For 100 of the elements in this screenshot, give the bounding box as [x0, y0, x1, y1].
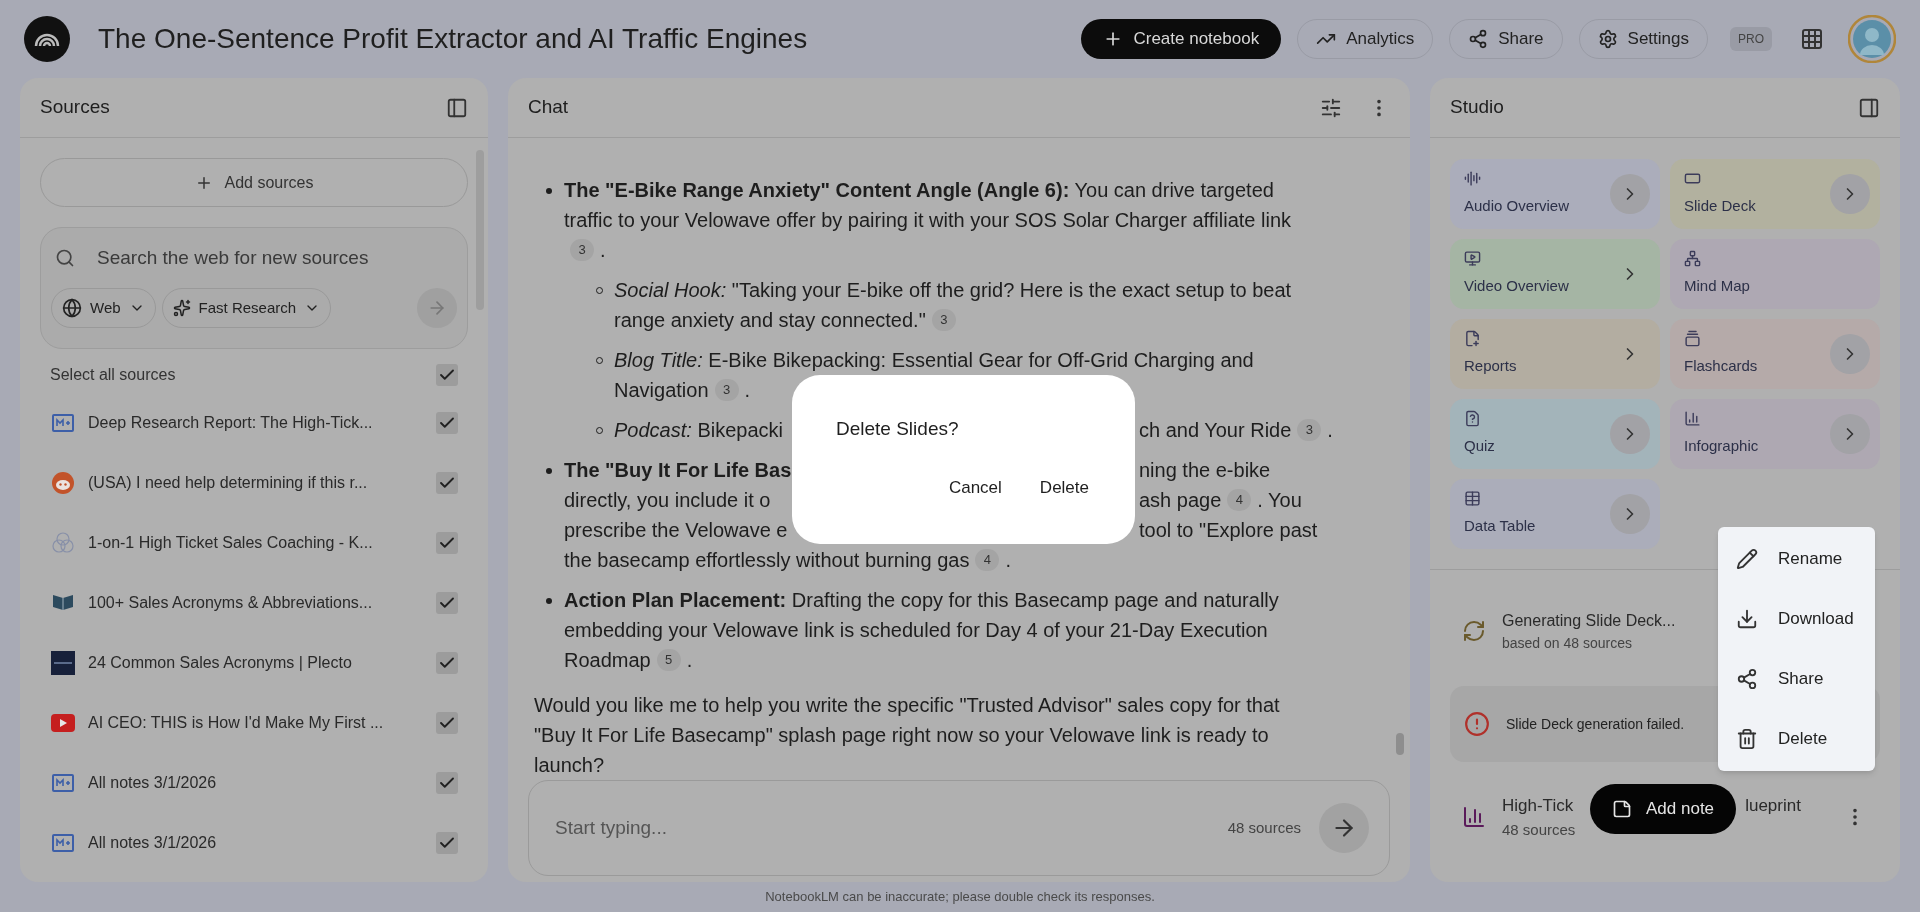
tile-label: Infographic	[1684, 436, 1759, 457]
answer-text: range anxiety and stay connected."	[614, 308, 926, 333]
cancel-button[interactable]: Cancel	[936, 467, 1014, 508]
answer-text: directly, you include it o	[564, 488, 771, 513]
studio-tile[interactable]: Slide Deck	[1670, 159, 1880, 229]
add-note-button[interactable]: Add note	[1590, 784, 1737, 834]
artifact-title: Generating Slide Deck...	[1502, 610, 1676, 631]
tile-label: Slide Deck	[1684, 196, 1756, 217]
menu-item[interactable]: Rename	[1718, 529, 1875, 589]
tile-label: Audio Overview	[1464, 196, 1570, 217]
citation-badge[interactable]: 4	[975, 549, 1000, 571]
source-item[interactable]: 1-on-1 High Ticket Sales Coaching - K...	[40, 513, 468, 573]
mind-map-icon	[1684, 250, 1701, 268]
answer-text: Podcast: Bikepacki	[614, 418, 783, 443]
studio-tile[interactable]: Mind Map	[1670, 239, 1880, 309]
sync-icon	[1462, 619, 1486, 643]
plan-badge: PRO	[1730, 27, 1772, 51]
collapse-panel-icon[interactable]	[1858, 96, 1880, 119]
source-title: 1-on-1 High Ticket Sales Coaching - K...	[88, 533, 373, 553]
pencil-icon	[1736, 548, 1758, 570]
checkbox[interactable]	[436, 364, 458, 386]
globe-icon	[62, 298, 82, 318]
menu-item[interactable]: Share	[1718, 649, 1875, 709]
source-item[interactable]: All notes 3/1/2026	[40, 813, 468, 873]
studio-tile[interactable]: Infographic	[1670, 399, 1880, 469]
answer-text: traffic to your Velowave offer by pairing it with your SOS Solar Charger affiliate link	[564, 208, 1292, 233]
citation-badge[interactable]: 3	[1297, 419, 1322, 441]
menu-item[interactable]: Download	[1718, 589, 1875, 649]
answer-text: Social Hook: "Taking your E-bike off the grid? Here is the exact setup to beat	[614, 278, 1292, 303]
tile-label: Video Overview	[1464, 276, 1569, 297]
citation-badge[interactable]: 5	[656, 649, 681, 671]
tile-label: Mind Map	[1684, 276, 1750, 297]
source-title: AI CEO: THIS is How I'd Make My First ...	[88, 713, 384, 733]
answer-text: .	[1327, 418, 1333, 443]
source-title: 100+ Sales Acronyms & Abbreviations...	[88, 593, 373, 613]
menu-item[interactable]: Delete	[1718, 709, 1875, 769]
bullet-icon	[546, 468, 552, 474]
note-icon	[1612, 799, 1632, 819]
answer-text: The "Buy It For Life Bas	[564, 458, 792, 483]
panel-title: Studio	[1450, 95, 1504, 120]
source-item[interactable]: All notes 3/1/2026	[40, 753, 468, 813]
checkbox[interactable]	[436, 832, 458, 854]
studio-tile[interactable]: Reports	[1450, 319, 1660, 389]
source-item[interactable]: (USA) I need help determining if this r...	[40, 453, 468, 513]
studio-tile[interactable]: Quiz	[1450, 399, 1660, 469]
checkbox[interactable]	[436, 472, 458, 494]
video-icon	[1464, 250, 1481, 268]
select-all-label: Select all sources	[50, 365, 176, 385]
checkbox[interactable]	[436, 532, 458, 554]
source-item[interactable]: 100+ Sales Acronyms & Abbreviations...	[40, 573, 468, 633]
studio-tile[interactable]: Audio Overview	[1450, 159, 1660, 229]
tile-label: Quiz	[1464, 436, 1495, 457]
settings-sliders-icon[interactable]	[1320, 96, 1342, 119]
notebook-title: The One-Sentence Profit Extractor and AI Traffic Engines	[98, 22, 808, 56]
alert-icon	[1464, 711, 1490, 737]
source-item[interactable]: 24 Common Sales Acronyms | Plecto	[40, 633, 468, 693]
disclaimer-text: NotebookLM can be inaccurate; please double check its responses.	[765, 888, 1155, 907]
apps-icon[interactable]	[1800, 27, 1824, 51]
answer-text: Action Plan Placement: Drafting the copy for this Basecamp page and naturally	[564, 588, 1279, 613]
studio-tile[interactable]: Flashcards	[1670, 319, 1880, 389]
scrollbar[interactable]	[1396, 733, 1404, 755]
chat-input-field[interactable]: Start typing...	[555, 813, 1228, 843]
cards-icon	[1684, 330, 1701, 348]
checkbox[interactable]	[436, 772, 458, 794]
collapse-panel-icon[interactable]	[446, 96, 468, 119]
checkbox[interactable]	[436, 652, 458, 674]
answer-text: ash page	[1139, 488, 1222, 513]
citation-badge[interactable]: 4	[1227, 489, 1252, 511]
checkbox[interactable]	[436, 592, 458, 614]
waveform-icon	[1464, 170, 1481, 188]
bar-chart-icon	[1684, 410, 1701, 428]
artifact-subtitle: based on 48 sources	[1502, 633, 1633, 653]
search-field[interactable]: Search the web for new sources	[97, 243, 453, 273]
citation-badge[interactable]: 3	[931, 309, 956, 331]
answer-text: launch?	[534, 753, 605, 778]
share-icon	[1468, 29, 1489, 49]
citation-badge[interactable]: 3	[714, 379, 739, 401]
share-icon	[1736, 668, 1758, 690]
answer-text: .	[744, 378, 751, 403]
checkbox[interactable]	[436, 712, 458, 734]
source-item[interactable]: AI CEO: THIS is How I'd Make My First ...	[40, 693, 468, 753]
answer-text: Blog Title: E-Bike Bikepacking: Essential Gear for Off-Grid Charging and	[614, 348, 1254, 373]
answer-text: tool to "Explore past	[1139, 518, 1318, 543]
create-notebook-button[interactable]: Create notebook	[1081, 19, 1282, 59]
delete-button[interactable]: Delete	[1027, 467, 1101, 508]
answer-text: .	[1005, 548, 1011, 573]
logo-icon	[24, 16, 70, 62]
studio-tile[interactable]: Video Overview	[1450, 239, 1660, 309]
note-icon	[52, 413, 74, 433]
studio-tile[interactable]: Data Table	[1450, 479, 1660, 549]
source-item[interactable]: Deep Research Report: The High-Tick...	[40, 393, 468, 453]
tile-label: Flashcards	[1684, 356, 1758, 377]
send-button[interactable]	[1319, 803, 1369, 853]
search-icon	[55, 248, 75, 268]
download-icon	[1736, 608, 1758, 630]
answer-text: "Buy It For Life Basecamp" splash page right now so your Velowave link is ready to	[534, 723, 1269, 748]
checkbox[interactable]	[436, 412, 458, 434]
citation-badge[interactable]: 3	[570, 239, 594, 261]
error-message: Slide Deck generation failed.	[1506, 714, 1685, 734]
artifact-title: High-Tick	[1502, 795, 1574, 817]
